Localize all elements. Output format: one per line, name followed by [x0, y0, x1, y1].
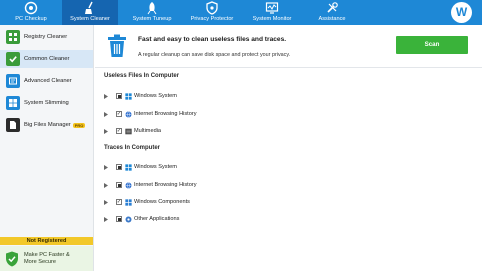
tab-label: Privacy Protector	[190, 16, 234, 22]
sidebar-item-big-files-manager[interactable]: Big Files Manager PRO	[0, 116, 93, 134]
sidebar-item-label: Advanced Cleaner	[24, 78, 72, 84]
item-label: Internet Browsing History	[134, 182, 197, 188]
windows-icon	[125, 163, 132, 171]
expand-arrow-icon[interactable]	[104, 111, 108, 117]
item-label: Windows Components	[134, 199, 190, 205]
sidebar-item-label: Common Cleaner	[24, 56, 70, 62]
multimedia-icon	[125, 128, 132, 134]
tab-privacy-protector[interactable]: Privacy Protector	[184, 0, 240, 25]
list-item[interactable]: ✓ Internet Browsing History	[104, 109, 197, 119]
trash-icon	[108, 34, 126, 57]
sidebar-item-advanced-cleaner[interactable]: Advanced Cleaner	[0, 72, 93, 90]
header-divider	[95, 67, 482, 68]
item-label: Other Applications	[134, 216, 180, 222]
tab-label: System Tuneup	[132, 16, 172, 22]
checkbox[interactable]	[116, 182, 122, 188]
checkbox[interactable]: ✓	[116, 111, 122, 117]
globe-icon	[125, 110, 132, 118]
tab-label: System Monitor	[252, 16, 292, 22]
section-title: Traces In Computer	[104, 145, 161, 151]
tab-assistance[interactable]: Assistance	[304, 0, 360, 25]
sidebar-item-system-slimming[interactable]: System Slimming	[0, 94, 93, 112]
not-registered-banner[interactable]: Not Registered	[0, 237, 93, 245]
expand-arrow-icon[interactable]	[104, 93, 108, 99]
check-icon	[6, 52, 20, 66]
tab-system-tuneup[interactable]: System Tuneup	[124, 0, 180, 25]
scan-button[interactable]: Scan	[396, 36, 468, 54]
checkbox[interactable]: ✓	[116, 199, 122, 205]
upgrade-promo[interactable]: Make PC Faster & More Secure	[0, 246, 93, 271]
promo-line-2: More Secure	[24, 258, 57, 265]
expand-arrow-icon[interactable]	[104, 199, 108, 205]
tab-label: System Cleaner	[70, 16, 110, 22]
globe-icon	[125, 181, 132, 189]
tab-pc-checkup[interactable]: PC Checkup	[0, 0, 62, 25]
item-label: Windows System	[134, 164, 177, 170]
checkbox[interactable]: ✓	[116, 128, 122, 134]
sidebar-item-label: System Slimming	[24, 100, 69, 106]
sidebar-item-label: Big Files Manager	[24, 122, 71, 128]
item-label: Windows System	[134, 93, 177, 99]
list-item[interactable]: Windows System	[104, 91, 177, 101]
registry-icon	[6, 30, 20, 44]
item-label: Internet Browsing History	[134, 111, 197, 117]
cleaner-header: Fast and easy to clean useless files and…	[95, 25, 482, 67]
windows-icon	[125, 92, 132, 100]
checkup-icon	[24, 1, 38, 15]
apps-icon	[125, 215, 132, 223]
checkbox[interactable]	[116, 164, 122, 170]
shield-check-icon	[6, 251, 18, 266]
pro-badge: PRO	[72, 122, 86, 128]
broom-icon	[85, 1, 93, 14]
big-files-icon	[6, 118, 20, 132]
list-item[interactable]: ✓ Windows Components	[104, 197, 190, 207]
windows-icon	[6, 96, 20, 110]
list-item[interactable]: Windows System	[104, 162, 177, 172]
monitor-icon	[265, 2, 279, 14]
list-item[interactable]: Internet Browsing History	[104, 180, 197, 190]
promo-line-1: Make PC Faster &	[24, 251, 70, 258]
sidebar-item-common-cleaner[interactable]: Common Cleaner	[0, 50, 93, 68]
checkbox[interactable]	[116, 93, 122, 99]
components-icon	[125, 198, 132, 206]
tab-label: PC Checkup	[15, 16, 47, 22]
user-avatar[interactable]: W	[451, 2, 472, 23]
expand-arrow-icon[interactable]	[104, 164, 108, 170]
item-label: Multimedia	[134, 128, 162, 134]
tab-system-cleaner[interactable]: System Cleaner	[62, 0, 118, 25]
expand-arrow-icon[interactable]	[104, 182, 108, 188]
tools-icon	[327, 2, 338, 13]
page-subtitle: A regular cleanup can save disk space an…	[138, 52, 291, 58]
shield-icon	[206, 1, 218, 15]
rocket-icon	[147, 2, 157, 15]
expand-arrow-icon[interactable]	[104, 128, 108, 134]
expand-arrow-icon[interactable]	[104, 216, 108, 222]
tab-label: Assistance	[318, 16, 346, 22]
section-title: Useless Files In Computer	[104, 73, 180, 79]
checkbox[interactable]	[116, 216, 122, 222]
sidebar: Registry Cleaner Common Cleaner Advanced…	[0, 25, 94, 271]
list-item[interactable]: ✓ Multimedia	[104, 126, 161, 136]
sidebar-item-registry-cleaner[interactable]: Registry Cleaner	[0, 28, 93, 46]
sidebar-item-label: Registry Cleaner	[24, 34, 68, 40]
page-title: Fast and easy to clean useless files and…	[138, 36, 287, 43]
top-nav: PC Checkup System Cleaner System Tuneup …	[0, 0, 482, 25]
list-item[interactable]: Other Applications	[104, 214, 179, 224]
advanced-cleaner-icon	[6, 74, 20, 88]
tab-system-monitor[interactable]: System Monitor	[244, 0, 300, 25]
